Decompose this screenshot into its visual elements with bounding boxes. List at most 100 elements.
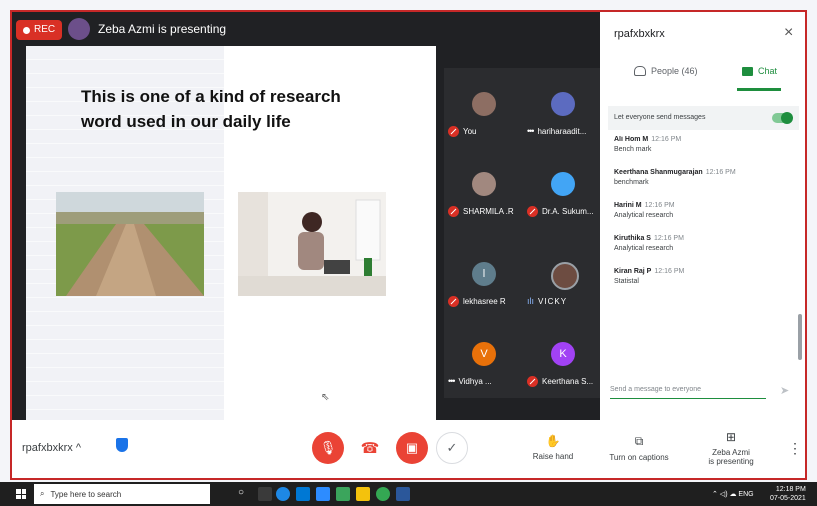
windows-taskbar: ⌕ Type here to search ○ ⌃ ◁) ☁ ENG 12:18… [0, 482, 817, 506]
slide-title-line-1: This is one of a kind of research [81, 87, 341, 106]
tray-language: ENG [738, 491, 754, 498]
presenting-button[interactable]: ⊞ Zeba Azmi is presenting [696, 430, 766, 466]
raise-hand-button[interactable]: ✋ Raise hand [518, 434, 588, 461]
participant-tile[interactable]: V ••• Vidhya ... [444, 330, 523, 396]
participant-tile[interactable]: SHARMILA .R [444, 160, 523, 226]
message-sender: Kiruthika S [614, 235, 651, 242]
chat-message: Kiruthika S 12:16 PM Analytical research [614, 235, 794, 252]
tab-people[interactable]: People (46) [634, 66, 698, 76]
mic-off-icon [448, 206, 459, 217]
word-icon[interactable] [396, 487, 410, 501]
message-text: Analytical research [614, 212, 674, 219]
camera-off-icon: ▣ [405, 440, 419, 455]
participant-name: You [463, 127, 477, 136]
active-tab-indicator [737, 88, 781, 91]
meeting-code-label: rpafxbxkrx [22, 442, 73, 454]
meeting-side-panel: rpafxbxkrx × People (46) Chat Let everyo… [600, 12, 805, 420]
participant-tile[interactable]: ılı VICKY [523, 250, 602, 316]
shield-icon[interactable] [116, 438, 128, 452]
hang-up-icon: ☎ [360, 440, 380, 457]
chat-message: Keerthana Shanmugarajan 12:16 PM benchmar… [614, 169, 794, 186]
hand-icon: ✋ [545, 434, 561, 448]
search-icon: ⌕ [40, 489, 45, 498]
close-icon[interactable]: × [784, 24, 793, 42]
woman-laptop-image [238, 192, 386, 296]
presentation-stage: This is one of a kind of research word u… [12, 12, 602, 420]
message-time: 12:16 PM [644, 202, 675, 209]
participant-name: VICKY [538, 296, 568, 306]
send-setting-label: Let everyone send messages [614, 114, 706, 121]
people-icon [634, 66, 646, 76]
captions-label: Turn on captions [609, 453, 669, 462]
message-sender: Harini M [614, 202, 642, 209]
store-icon[interactable] [296, 487, 310, 501]
send-icon[interactable]: ➤ [780, 384, 789, 397]
present-done-button[interactable]: ✓ [436, 432, 468, 464]
present-icon: ⊞ [725, 430, 737, 444]
app-icon[interactable] [336, 487, 350, 501]
more-options-icon[interactable]: ⋮ [788, 440, 802, 457]
participant-tile[interactable]: K Keerthana S... [523, 330, 602, 396]
chat-compose-input[interactable]: Send a message to everyone [610, 386, 766, 399]
camera-toggle-button[interactable]: ▣ [396, 432, 428, 464]
participant-tile[interactable]: Dr.A. Sukum... [523, 160, 602, 226]
record-dot-icon [23, 26, 30, 34]
message-text: benchmark [614, 179, 649, 186]
participant-avatar [551, 172, 575, 196]
tab-chat[interactable]: Chat [742, 66, 777, 76]
tab-people-label: People (46) [651, 66, 698, 76]
message-time: 12:16 PM [651, 136, 682, 143]
message-time: 12:16 PM [654, 268, 685, 275]
panel-title: rpafxbxkrx [614, 28, 665, 40]
message-sender: Kiran Raj P [614, 268, 652, 275]
send-messages-toggle[interactable] [772, 112, 793, 124]
windows-start-icon[interactable] [16, 489, 26, 499]
tab-chat-label: Chat [758, 66, 778, 76]
bottom-controls: rpafxbxkrx ^ 🎙 ☎ ▣ ✓ ✋ Raise hand ⧉ Turn… [12, 420, 805, 478]
system-tray[interactable]: ⌃ ◁) ☁ ENG [712, 490, 754, 498]
chrome-icon[interactable] [376, 487, 390, 501]
raise-hand-label: Raise hand [532, 452, 574, 461]
chat-messages: Ali Hom M 12:16 PM Bench mark Keerthana S… [614, 136, 794, 372]
presenter-line-2: is presenting [708, 457, 754, 466]
clock-time: 12:18 PM [775, 486, 806, 493]
mic-off-icon [448, 126, 459, 137]
participant-name: Vidhya ... [458, 376, 492, 386]
end-call-button[interactable]: ☎ [354, 432, 386, 464]
mic-off-icon [448, 296, 459, 307]
participant-tile[interactable]: You [444, 80, 523, 146]
chat-scrollbar[interactable] [798, 314, 802, 360]
participant-avatar [551, 92, 575, 116]
participant-tiles: You ••• hariharaadit... SHARMILA .R Dr.A.… [444, 68, 602, 398]
participant-name: lekhasree R [463, 297, 506, 306]
participant-tile[interactable]: l lekhasree R [444, 250, 523, 316]
more-dots-icon: ••• [527, 126, 535, 136]
meeting-code[interactable]: rpafxbxkrx ^ [22, 442, 81, 454]
cortana-icon[interactable]: ○ [238, 487, 252, 501]
taskbar-search[interactable]: ⌕ Type here to search [34, 484, 210, 504]
edge-icon[interactable] [276, 487, 290, 501]
slide-title-line-2: word used in our daily life [81, 112, 291, 131]
message-text: Analytical research [614, 245, 674, 252]
message-sender: Ali Hom M [614, 136, 649, 143]
send-messages-setting: Let everyone send messages [608, 106, 799, 130]
chevron-up-icon: ^ [75, 442, 81, 454]
message-time: 12:16 PM [705, 169, 736, 176]
mail-icon[interactable] [316, 487, 330, 501]
file-explorer-icon[interactable] [356, 487, 370, 501]
mouse-cursor-icon: ⇖ [321, 392, 330, 403]
participant-tile[interactable]: ••• hariharaadit... [523, 80, 602, 146]
task-view-icon[interactable] [258, 487, 272, 501]
mic-toggle-button[interactable]: 🎙 [312, 432, 344, 464]
chat-message: Ali Hom M 12:16 PM Bench mark [614, 136, 794, 153]
road-field-image [56, 192, 204, 296]
mic-off-icon: 🎙 [319, 440, 337, 455]
captions-button[interactable]: ⧉ Turn on captions [604, 434, 674, 462]
participant-avatar [551, 262, 579, 290]
participant-name: Keerthana S... [542, 377, 594, 386]
participant-avatar [472, 92, 496, 116]
taskbar-clock[interactable]: 12:18 PM 07-05-2021 [770, 485, 806, 503]
presenting-label: Zeba Azmi is presenting [98, 22, 227, 36]
mic-off-icon [527, 376, 538, 387]
speaking-bars-icon: ılı [527, 296, 535, 306]
